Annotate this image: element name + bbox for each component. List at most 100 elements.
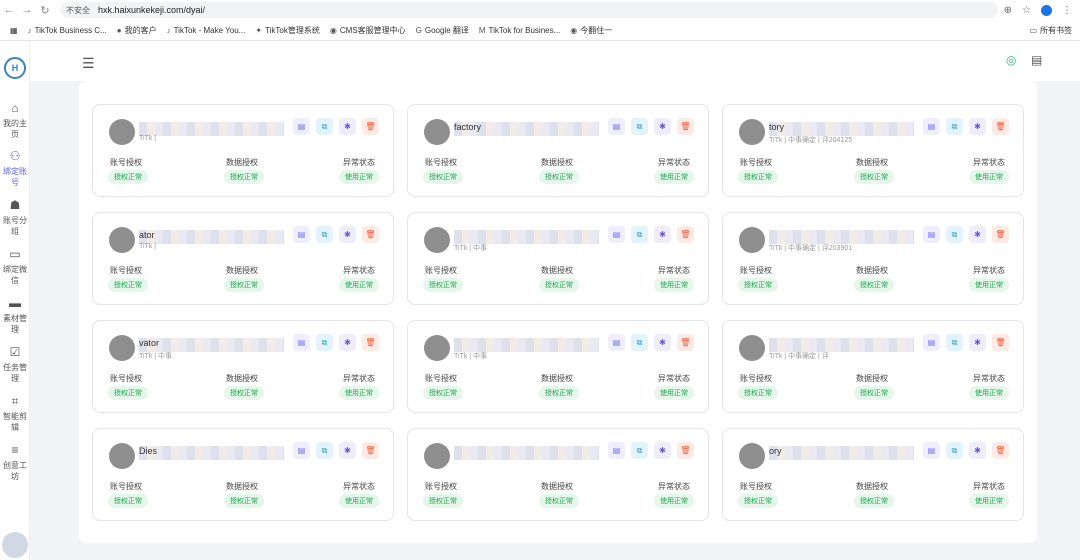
user-avatar[interactable] [2,532,28,558]
apps-icon[interactable]: ▦ [10,26,18,35]
bookmark-item[interactable]: M TikTok for Busines... [479,26,560,35]
document-icon[interactable]: ▤ [1031,53,1042,67]
delete-icon[interactable]: 🗑 [992,118,1009,135]
bookmarks-folder[interactable]: ▭ 所有书签 [1029,25,1072,36]
edit-icon[interactable]: ▤ [923,118,940,135]
edit-icon[interactable]: ▤ [293,118,310,135]
edit-icon[interactable]: ▤ [923,226,940,243]
copy-icon[interactable]: ⧉ [631,442,648,459]
account-card[interactable]: factory ▤ ⧉ ✱ 🗑 账号授权 数据授权 异常状态 授权正常 授权正常… [407,104,709,197]
account-card[interactable]: ory ▤ ⧉ ✱ 🗑 账号授权 数据授权 异常状态 授权正常 授权正常 使用正… [722,428,1024,521]
redacted-name-mask [769,338,914,352]
forward-icon[interactable]: → [18,4,36,16]
settings-icon[interactable]: ✱ [654,442,671,459]
account-name: factory [454,122,482,132]
delete-icon[interactable]: 🗑 [992,334,1009,351]
edit-icon[interactable]: ▤ [293,334,310,351]
copy-icon[interactable]: ⧉ [946,334,963,351]
settings-icon[interactable]: ✱ [339,442,356,459]
copy-icon[interactable]: ⧉ [316,334,333,351]
account-avatar [739,335,765,361]
card-actions: ▤ ⧉ ✱ 🗑 [293,334,379,351]
menu-toggle-icon[interactable]: ☰ [82,55,95,72]
copy-icon[interactable]: ⧉ [631,226,648,243]
account-card[interactable]: TiTk | 中事 ▤ ⧉ ✱ 🗑 账号授权 数据授权 异常状态 授权正常 授权… [407,212,709,305]
delete-icon[interactable]: 🗑 [362,442,379,459]
back-icon[interactable]: ← [0,4,18,16]
account-card[interactable]: vator TiTk | 中事 ▤ ⧉ ✱ 🗑 账号授权 数据授权 异常状态 授… [92,320,394,413]
wechat-icon[interactable]: ◎ [1006,53,1016,67]
edit-icon[interactable]: ▤ [608,334,625,351]
copy-icon[interactable]: ⧉ [946,118,963,135]
delete-icon[interactable]: 🗑 [677,226,694,243]
settings-icon[interactable]: ✱ [339,226,356,243]
account-card[interactable]: tory TiTk | 中事确定 | 评204125 ▤ ⧉ ✱ 🗑 账号授权 … [722,104,1024,197]
star-icon[interactable]: ☆ [1022,5,1031,16]
copy-icon[interactable]: ⧉ [946,442,963,459]
account-card[interactable]: ator TiTk | ▤ ⧉ ✱ 🗑 账号授权 数据授权 异常状态 授权正常 … [92,212,394,305]
usage-status-badge: 使用正常 [339,494,379,508]
delete-icon[interactable]: 🗑 [992,442,1009,459]
copy-icon[interactable]: ⧉ [631,118,648,135]
bookmark-item[interactable]: ♪ TikTok Business C... [28,26,107,35]
copy-icon[interactable]: ⧉ [946,226,963,243]
delete-icon[interactable]: 🗑 [677,334,694,351]
account-card[interactable]: TiTk | ▤ ⧉ ✱ 🗑 账号授权 数据授权 异常状态 授权正常 授权正常 … [92,104,394,197]
sidebar-item-account-group[interactable]: ☗ 账号分组 [0,198,30,237]
settings-icon[interactable]: ✱ [654,334,671,351]
delete-icon[interactable]: 🗑 [992,226,1009,243]
account-card[interactable]: TiTk | 中事 ▤ ⧉ ✱ 🗑 账号授权 数据授权 异常状态 授权正常 授权… [407,320,709,413]
delete-icon[interactable]: 🗑 [677,442,694,459]
reload-icon[interactable]: ↻ [36,4,54,17]
delete-icon[interactable]: 🗑 [362,118,379,135]
bookmark-item[interactable]: ● 我的客户 [117,25,157,36]
data-auth-label: 数据授权 [856,158,888,167]
account-card[interactable]: Dies ▤ ⧉ ✱ 🗑 账号授权 数据授权 异常状态 授权正常 授权正常 使用… [92,428,394,521]
bookmark-item[interactable]: ◉ 今翻住一 [570,25,612,36]
edit-icon[interactable]: ▤ [608,226,625,243]
delete-icon[interactable]: 🗑 [362,334,379,351]
settings-icon[interactable]: ✱ [654,226,671,243]
copy-icon[interactable]: ⧉ [316,226,333,243]
bookmark-item[interactable]: ✦ TikTok管理系统 [255,25,320,36]
settings-icon[interactable]: ✱ [339,334,356,351]
sidebar-item-home[interactable]: ⌂ 我的主页 [0,101,30,140]
usage-status-badge: 使用正常 [339,278,379,292]
sidebar-item-bind-account[interactable]: ⚇ 绑定账号 [0,149,30,188]
edit-icon[interactable]: ▤ [608,118,625,135]
sidebar-item-smart-edit[interactable]: ⌗ 智能剪辑 [0,394,30,433]
settings-icon[interactable]: ✱ [969,442,986,459]
edit-icon[interactable]: ▤ [608,442,625,459]
delete-icon[interactable]: 🗑 [362,226,379,243]
account-card[interactable]: TiTk | 中事确定 | 评 ▤ ⧉ ✱ 🗑 账号授权 数据授权 异常状态 授… [722,320,1024,413]
sidebar-item-material[interactable]: ▬ 素材管理 [0,296,30,335]
settings-icon[interactable]: ✱ [969,334,986,351]
copy-icon[interactable]: ⧉ [316,118,333,135]
address-bar[interactable]: 不安全 hxk.haixunkekeji.com/dyai/ [60,2,998,18]
url-text[interactable]: hxk.haixunkekeji.com/dyai/ [98,5,205,15]
settings-icon[interactable]: ✱ [969,226,986,243]
settings-icon[interactable]: ✱ [339,118,356,135]
edit-icon[interactable]: ▤ [923,442,940,459]
profile-avatar[interactable] [1041,4,1052,16]
security-label[interactable]: 不安全 [66,5,90,16]
settings-icon[interactable]: ✱ [654,118,671,135]
more-icon[interactable]: ⋮ [1062,5,1072,16]
settings-icon[interactable]: ✱ [969,118,986,135]
zoom-icon[interactable]: ⊕ [1004,5,1012,16]
bookmark-item[interactable]: G Google 翻译 [416,25,469,36]
bookmark-item[interactable]: ♪ TikTok - Make You... [167,26,246,35]
edit-icon[interactable]: ▤ [293,226,310,243]
bookmark-item[interactable]: ◉ CMS客服管理中心 [330,25,406,36]
account-card[interactable]: TiTk | 中事确定 | 评203901 ▤ ⧉ ✱ 🗑 账号授权 数据授权 … [722,212,1024,305]
sidebar-item-task[interactable]: ☑ 任务管理 [0,345,30,384]
copy-icon[interactable]: ⧉ [316,442,333,459]
account-card[interactable]: ▤ ⧉ ✱ 🗑 账号授权 数据授权 异常状态 授权正常 授权正常 使用正常 [407,428,709,521]
sidebar-item-bind-wechat[interactable]: ▭ 绑定微信 [0,247,30,286]
delete-icon[interactable]: 🗑 [677,118,694,135]
copy-icon[interactable]: ⧉ [631,334,648,351]
edit-icon[interactable]: ▤ [293,442,310,459]
redacted-name-mask [454,338,599,352]
sidebar-item-workshop[interactable]: ≡ 创意工坊 [0,443,30,482]
edit-icon[interactable]: ▤ [923,334,940,351]
